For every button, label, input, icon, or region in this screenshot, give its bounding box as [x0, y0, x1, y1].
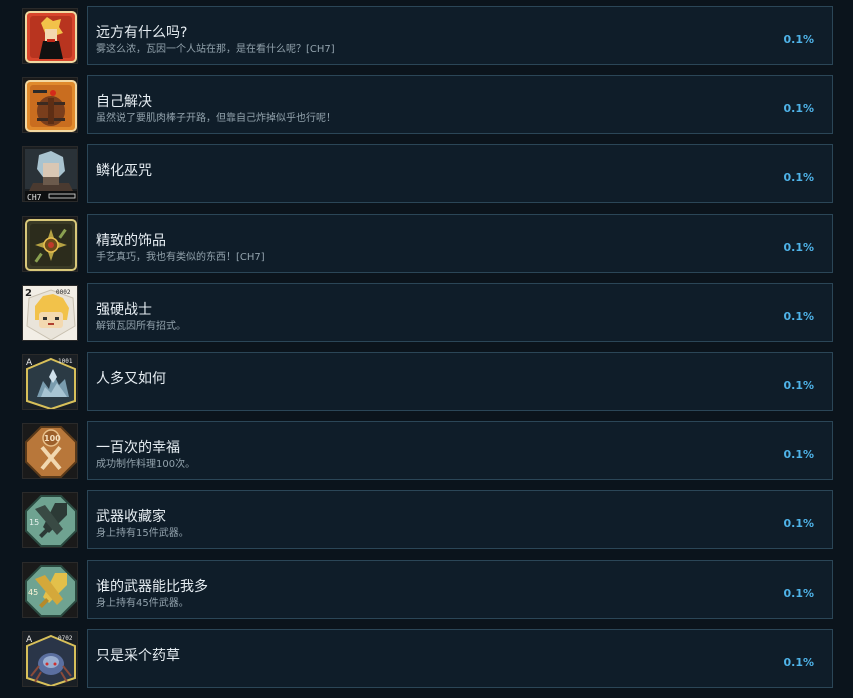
achievement-card: 只是采个药草 0.1%	[87, 628, 833, 688]
achievement-title: 一百次的幸福	[96, 440, 180, 457]
rank-letter: A	[26, 358, 33, 368]
ornament-icon	[22, 215, 78, 272]
achievement-description: 成功制作料理100次。	[96, 459, 196, 471]
achievement-card: 人多又如何 0.1%	[87, 351, 833, 411]
unlock-percentage: 0.1%	[783, 586, 814, 600]
weapons-15-icon: 15	[22, 492, 78, 549]
rank-letter: A	[26, 635, 33, 645]
rank-number: 2	[25, 288, 32, 299]
ch7-label: CH7	[27, 193, 42, 202]
achievement-description: 解锁瓦因所有招式。	[96, 320, 186, 332]
unlock-percentage: 0.1%	[783, 309, 814, 323]
achievement-row[interactable]: 2 0002 强硬战士 解锁瓦因所有招式。 0.1%	[0, 282, 853, 342]
serial-number: 0702	[58, 635, 73, 642]
count-label: 15	[29, 518, 39, 527]
unlock-percentage: 0.1%	[783, 171, 814, 185]
achievement-row[interactable]: 15 武器收藏家 身上持有15件武器。 0.1%	[0, 490, 853, 550]
unlock-percentage: 0.1%	[783, 33, 814, 46]
unlock-percentage: 0.1%	[783, 655, 814, 669]
achievement-description: 身上持有15件武器。	[96, 528, 189, 540]
weapons-45-icon: 45	[22, 561, 78, 618]
count-label: 100	[44, 434, 61, 443]
achievement-card: 远方有什么吗? 雾这么浓，瓦因一个人站在那，是在看什么呢？[CH7] 0.1%	[87, 6, 833, 65]
achievement-card: 精致的饰品 手艺真巧，我也有类似的东西！[CH7] 0.1%	[87, 213, 833, 273]
boy-silhouette-icon	[22, 8, 78, 64]
achievement-description: 身上持有45件武器。	[96, 597, 189, 609]
achievement-card: 谁的武器能比我多 身上持有45件武器。 0.1%	[87, 559, 833, 619]
achievement-title: 远方有什么吗?	[96, 25, 188, 41]
achievement-row[interactable]: A 1001 人多又如何 0.1%	[0, 351, 853, 411]
barrel-icon	[22, 77, 78, 134]
unlock-percentage: 0.1%	[783, 378, 814, 392]
cooking-badge-icon: 100	[22, 423, 78, 480]
achievement-row[interactable]: 100 一百次的幸福 成功制作料理100次。 0.1%	[0, 421, 853, 481]
unlock-percentage: 0.1%	[783, 517, 814, 531]
spider-icon: A 0702	[22, 630, 78, 687]
achievement-title: 精致的饰品	[96, 232, 166, 249]
achievement-card: 自己解决 虽然说了要肌肉棒子开路，但靠自己炸掉似乎也行呢！ 0.1%	[87, 75, 833, 135]
achievement-card: 鳞化巫咒 0.1%	[87, 144, 833, 204]
character-face-icon: 2 0002	[22, 284, 78, 341]
achievement-title: 自己解决	[96, 94, 152, 111]
achievement-description: 手艺真巧，我也有类似的东西！[CH7]	[96, 251, 265, 263]
serial-number: 1001	[58, 358, 73, 365]
portrait-ch7-icon: CH7	[22, 146, 78, 203]
achievement-card: 一百次的幸福 成功制作料理100次。 0.1%	[87, 421, 833, 481]
achievement-card: 武器收藏家 身上持有15件武器。 0.1%	[87, 490, 833, 550]
achievement-row[interactable]: A 0702 只是采个药草 0.1%	[0, 628, 853, 688]
unlock-percentage: 0.1%	[783, 240, 814, 254]
achievement-row[interactable]: 自己解决 虽然说了要肌肉棒子开路，但靠自己炸掉似乎也行呢！ 0.1%	[0, 75, 853, 135]
achievement-title: 谁的武器能比我多	[96, 578, 208, 595]
achievement-title: 人多又如何	[96, 370, 166, 387]
achievement-title: 武器收藏家	[96, 509, 166, 526]
count-label: 45	[28, 588, 38, 597]
achievement-row[interactable]: 45 谁的武器能比我多 身上持有45件武器。 0.1%	[0, 559, 853, 619]
achievement-row[interactable]: 精致的饰品 手艺真巧，我也有类似的东西！[CH7] 0.1%	[0, 213, 853, 273]
crystal-pile-icon: A 1001	[22, 353, 78, 410]
achievement-list: 远方有什么吗? 雾这么浓，瓦因一个人站在那，是在看什么呢？[CH7] 0.1% …	[0, 6, 853, 698]
achievement-card: 强硬战士 解锁瓦因所有招式。 0.1%	[87, 282, 833, 342]
achievement-description: 虽然说了要肌肉棒子开路，但靠自己炸掉似乎也行呢！	[96, 113, 336, 125]
serial-number: 0002	[56, 289, 71, 296]
achievement-description: 雾这么浓，瓦因一个人站在那，是在看什么呢？[CH7]	[96, 44, 335, 55]
unlock-percentage: 0.1%	[783, 448, 814, 462]
achievement-row[interactable]: 远方有什么吗? 雾这么浓，瓦因一个人站在那，是在看什么呢？[CH7] 0.1%	[0, 6, 853, 65]
achievement-title: 强硬战士	[96, 301, 152, 318]
unlock-percentage: 0.1%	[783, 102, 814, 116]
achievement-row[interactable]: CH7 鳞化巫咒 0.1%	[0, 144, 853, 204]
achievement-title: 鳞化巫咒	[96, 163, 152, 180]
achievement-title: 只是采个药草	[96, 647, 180, 664]
